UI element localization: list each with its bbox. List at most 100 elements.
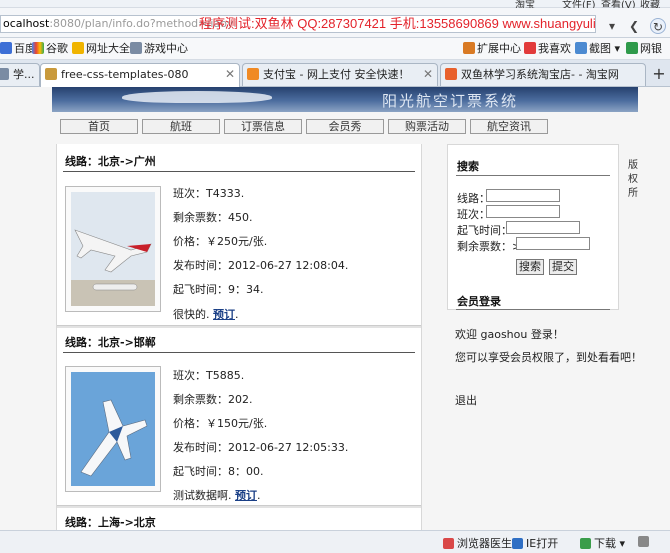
bookmark-google[interactable]: 谷歌 [32, 41, 68, 57]
heart-icon [524, 42, 536, 54]
screenshot-tool[interactable]: 截图 ▾ [575, 41, 620, 57]
tab-4[interactable]: 双鱼林学习系统淘宝店- - 淘宝网 [440, 63, 646, 86]
download-icon [580, 538, 591, 549]
bank-icon [626, 42, 638, 54]
tab-label: 双鱼林学习系统淘宝店- - 淘宝网 [461, 68, 619, 81]
tool-label: 扩展中心 [477, 42, 521, 55]
bookmark-baidu[interactable]: 百度 [0, 41, 36, 57]
divider [63, 352, 415, 353]
tickets-label: 剩余票数：> [457, 240, 522, 253]
privilege-text: 您可以享受会员权限了，到处看看吧！ [455, 351, 642, 364]
route-input[interactable] [486, 189, 560, 202]
taobao-icon [445, 68, 457, 80]
flight-list: 线路：北京->广州 班次：T4333. 剩余票数：450. 价格：￥250元/张… [56, 144, 422, 530]
url-host: ocalhost [3, 17, 50, 30]
ie-icon [512, 538, 523, 549]
route-title: 线路：上海->北京 [65, 516, 156, 529]
publish-time: 发布时间：2012-06-27 12:08:04. [173, 259, 349, 272]
tab-bar: 学... free-css-templates-080 ✕ 支付宝 - 网上支付… [0, 60, 670, 87]
bookmark-hao123[interactable]: 网址大全 [72, 41, 130, 57]
nav-news[interactable]: 航空资讯 [470, 119, 548, 134]
tab-3[interactable]: 支付宝 - 网上支付 安全快速！ ✕ [242, 63, 438, 86]
divider [456, 309, 610, 310]
scissors-icon [575, 42, 587, 54]
tab-2[interactable]: free-css-templates-080 ✕ [40, 63, 240, 87]
page-icon [45, 68, 57, 80]
site-nav: 首页 航班 订票信息 会员秀 购票活动 航空资讯 [56, 114, 636, 138]
status-label: IE打开 [526, 537, 559, 550]
favorites-tool[interactable]: 我喜欢 [524, 41, 571, 57]
tool-label: 我喜欢 [538, 42, 571, 55]
submit-button[interactable]: 提交 [549, 259, 577, 275]
browser-doctor[interactable]: 浏览器医生 [443, 535, 512, 551]
member-login-title: 会员登录 [457, 295, 501, 308]
status-bar: 浏览器医生 IE打开 下载 ▾ 100 [0, 530, 670, 553]
flight-input[interactable] [486, 205, 560, 218]
welcome-text: 欢迎 gaoshou 登录！ [455, 328, 564, 341]
page-content: 阳光航空订票系统 首页 航班 订票信息 会员秀 购票活动 航空资讯 线路：北京-… [0, 87, 670, 530]
search-button[interactable]: 搜索 [516, 259, 544, 275]
new-tab-button[interactable]: + [650, 64, 668, 84]
takeoff-input[interactable] [506, 221, 580, 234]
nav-flights[interactable]: 航班 [142, 119, 220, 134]
book-link[interactable]: 预订 [213, 308, 235, 321]
search-panel: 搜索 线路： 班次： 起飞时间： 剩余票数：> 搜索 提交 会员登录 [447, 144, 619, 310]
bookmark-bar: 百度 谷歌 网址大全 游戏中心 扩展中心 我喜欢 截图 ▾ 网银 [0, 38, 670, 60]
menu-bar: 淘宝 文件(F) 查看(V) 收藏(B) [0, 0, 670, 22]
flight-photo [65, 186, 161, 312]
back-icon[interactable]: ❮ [626, 18, 642, 34]
dropdown-icon[interactable]: ▾ [604, 18, 620, 34]
bookmark-label: 网址大全 [86, 42, 130, 55]
tickets-remaining: 剩余票数：202. [173, 393, 253, 406]
zoom-level[interactable]: 100 [638, 535, 652, 548]
book-link[interactable]: 预订 [235, 489, 257, 502]
page-icon [0, 68, 9, 80]
route-title: 线路：北京->邯郸 [65, 336, 156, 349]
takeoff-label: 起飞时间： [457, 224, 512, 237]
url-input[interactable]: ocalhost:8080/plan/info.do?method=jiaoyi… [0, 15, 596, 33]
tool-label: 截图 [589, 42, 611, 55]
bookmark-games[interactable]: 游戏中心 [130, 41, 188, 57]
tab-label: 学... [13, 68, 35, 81]
nav-members[interactable]: 会员秀 [306, 119, 384, 134]
publish-time: 发布时间：2012-06-27 12:05:33. [173, 441, 349, 454]
flight-note: 测试数据啊. 预订. [173, 489, 261, 502]
nav-home[interactable]: 首页 [60, 119, 138, 134]
copyright-fragment: 版权所 [628, 160, 638, 199]
ebank-tool[interactable]: 网银 [626, 41, 662, 57]
section-divider [57, 325, 421, 328]
airplane-image [122, 91, 272, 103]
close-icon[interactable]: ✕ [423, 64, 433, 85]
doctor-icon [443, 538, 454, 549]
nav-booking-info[interactable]: 订票信息 [224, 119, 302, 134]
route-title: 线路：北京->广州 [65, 155, 156, 168]
zoom-icon [638, 536, 649, 547]
banner-title: 阳光航空订票系统 [382, 92, 519, 110]
close-icon[interactable]: ✕ [225, 64, 235, 85]
nav-promotions[interactable]: 购票活动 [388, 119, 466, 134]
logout-link[interactable]: 退出 [455, 392, 477, 408]
flight-number: 班次：T4333. [173, 187, 245, 200]
hao123-icon [72, 42, 84, 54]
tickets-input[interactable] [516, 237, 590, 250]
bookmark-label: 谷歌 [46, 42, 68, 55]
status-label: 浏览器医生 [457, 537, 512, 550]
tab-label: free-css-templates-080 [61, 68, 189, 81]
author-overlay-text: 程序测试:双鱼林 QQ:287307421 手机:13558690869 www… [199, 16, 596, 31]
tab-1[interactable]: 学... [0, 63, 40, 86]
flight-note: 很快的. 预订. [173, 308, 239, 321]
airplane-icon [71, 372, 155, 486]
bookmark-label: 游戏中心 [144, 42, 188, 55]
flight-photo [65, 366, 161, 492]
airplane-icon [71, 192, 155, 306]
ticket-price: 价格：￥150元/张. [173, 417, 268, 430]
refresh-icon[interactable]: ↻ [650, 18, 666, 34]
divider [63, 171, 415, 172]
alipay-icon [247, 68, 259, 80]
extension-center[interactable]: 扩展中心 [463, 41, 521, 57]
note-text: 很快的. [173, 308, 210, 321]
ie-open[interactable]: IE打开 [512, 535, 558, 551]
status-label: 下载 [594, 537, 616, 550]
download-button[interactable]: 下载 ▾ [580, 535, 625, 551]
tool-label: 网银 [640, 42, 662, 55]
